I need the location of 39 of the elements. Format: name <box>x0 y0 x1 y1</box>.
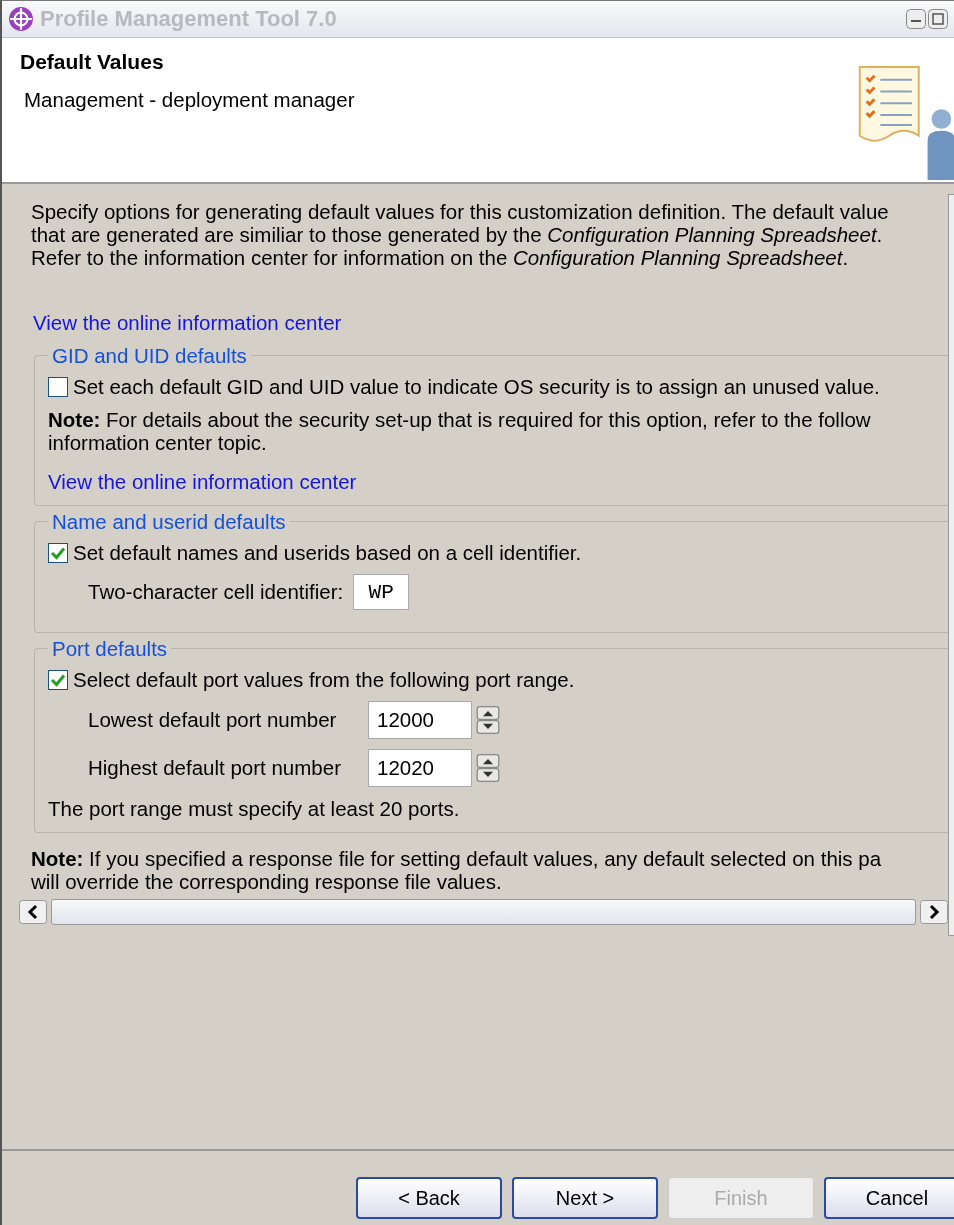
information-center-link[interactable]: View the online information center <box>33 311 342 334</box>
cell-identifier-field[interactable]: WP <box>353 574 410 610</box>
field-label: Lowest default port number <box>88 708 338 732</box>
port-number-field[interactable]: 12020 <box>368 749 472 787</box>
note-text: will override the corresponding response file values. <box>31 870 503 893</box>
checkbox[interactable] <box>48 376 68 397</box>
hint-text: The port range must specify at least 20 ports. <box>48 797 461 820</box>
field-label: Highest default port number <box>88 756 342 780</box>
page-subtitle: Management - deployment manager <box>24 88 356 112</box>
minimize-button[interactable] <box>906 9 926 29</box>
page-title: Default Values <box>20 50 165 74</box>
group-title: Name and userid defaults <box>51 510 287 533</box>
checkbox[interactable] <box>48 542 68 563</box>
port-number-field[interactable]: 12000 <box>368 701 472 739</box>
checkbox-label: Set each default GID and UID value to indicate OS security is to assign an unused value. <box>73 375 880 398</box>
wizard-button[interactable]: Next > <box>512 1177 658 1219</box>
group-title: Port defaults <box>51 637 169 660</box>
scroll-left-button[interactable] <box>19 900 47 924</box>
scroll-right-button[interactable] <box>920 900 948 924</box>
maximize-button[interactable] <box>928 9 948 29</box>
window-title: Profile Management Tool 7.0 <box>40 6 338 32</box>
wizard-button[interactable]: Cancel <box>824 1177 954 1219</box>
group-title: GID and UID defaults <box>51 344 248 367</box>
note-text: information center topic. <box>48 431 268 454</box>
spin-arrows-icon[interactable] <box>476 754 500 782</box>
checkbox-label: Set default names and userids based on a cell identifier. <box>73 541 582 564</box>
checkbox[interactable] <box>48 669 68 690</box>
vertical-scrollbar[interactable] <box>948 194 954 936</box>
app-logo-icon <box>8 6 34 32</box>
field-label: Two-character cell identifier: <box>88 580 344 604</box>
wizard-button[interactable]: < Back <box>356 1177 502 1219</box>
note-text: Note: For details about the security set-up that is required for this option, refer to the follow <box>48 408 872 431</box>
checkbox-label: Select default port values from the following port range. <box>73 668 575 691</box>
spin-arrows-icon[interactable] <box>476 706 500 734</box>
description-text: Specify options for generating default values for this customization definition. The default value <box>31 200 890 223</box>
information-center-link[interactable]: View the online information center <box>48 470 357 493</box>
note-text: Note: If you specified a response file for setting default values, any default selected on this pa <box>31 847 883 870</box>
description-text: Refer to the information center for information on the Configuration Planning Spreadsheet. <box>31 246 850 269</box>
description-text: that are generated are similiar to those generated by the Configuration Planning Spreadsheet. <box>31 223 884 246</box>
